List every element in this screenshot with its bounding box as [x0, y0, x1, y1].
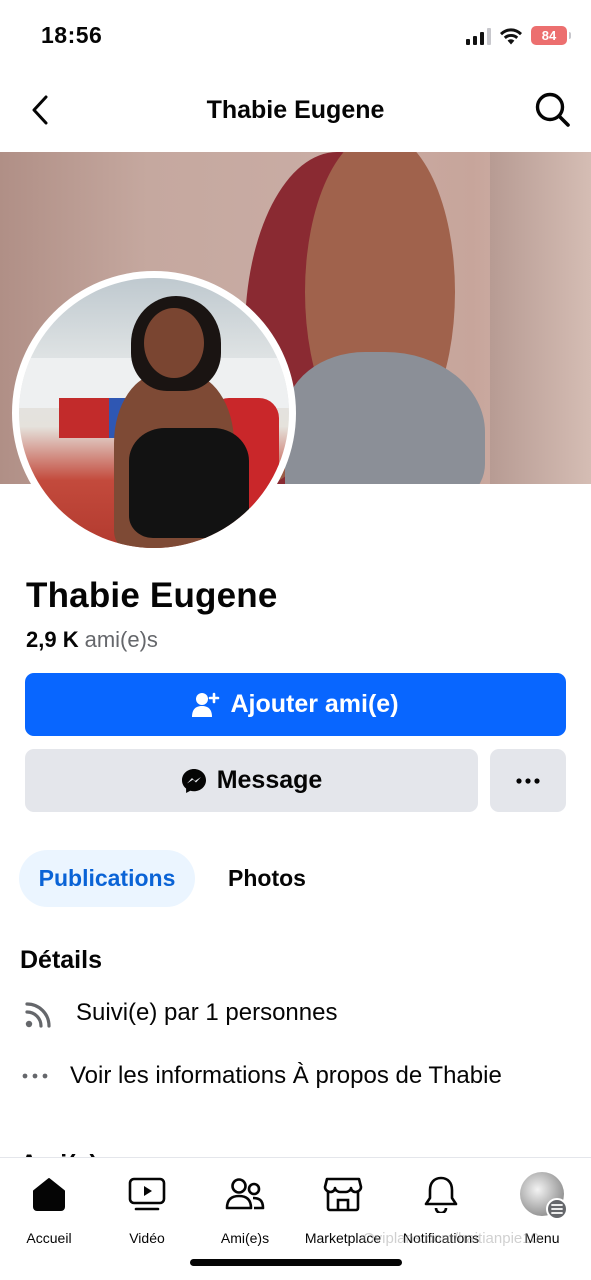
signal-icon — [466, 27, 491, 45]
friends-label: ami(e)s — [84, 627, 158, 652]
about-info-text: Voir les informations À propos de Thabie — [70, 1062, 502, 1089]
tab-photos[interactable]: Photos — [212, 850, 322, 907]
cover-figure-jeans — [285, 352, 485, 484]
battery-level: 84 — [541, 28, 557, 43]
friends-count: 2,9 K — [26, 627, 79, 652]
message-label: Message — [216, 766, 323, 794]
watermark: Oviplans.com/haitianpie10 — [363, 1230, 539, 1247]
top-header: Thabie Eugene — [0, 70, 591, 152]
details-heading: Détails — [20, 946, 102, 974]
nav-friends[interactable]: Ami(e)s — [196, 1172, 294, 1246]
status-bar: 18:56 84 — [0, 0, 591, 70]
menu-badge-icon — [546, 1198, 568, 1220]
friends-section-heading: Ami(e)s — [20, 1144, 120, 1158]
add-friend-icon — [192, 692, 220, 717]
profile-name: Thabie Eugene — [26, 576, 278, 615]
more-options-button[interactable] — [490, 749, 566, 812]
nav-home-label: Accueil — [26, 1230, 72, 1246]
profile-picture[interactable] — [12, 271, 296, 555]
nav-home[interactable]: Accueil — [0, 1172, 98, 1246]
followers-row: Suivi(e) par 1 personnes — [20, 993, 337, 1033]
search-icon — [535, 92, 570, 127]
nav-video-label: Vidéo — [129, 1230, 165, 1246]
battery-icon: 84 — [531, 26, 571, 45]
wifi-icon — [500, 27, 522, 44]
bell-icon — [424, 1176, 458, 1213]
profile-photo — [19, 278, 289, 548]
home-icon — [33, 1178, 65, 1211]
more-horizontal-icon — [22, 1073, 48, 1079]
video-icon — [128, 1177, 166, 1211]
search-button[interactable] — [533, 90, 573, 130]
marketplace-icon — [323, 1177, 363, 1212]
status-time: 18:56 — [41, 22, 103, 48]
nav-video[interactable]: Vidéo — [98, 1172, 196, 1246]
messenger-icon — [181, 768, 206, 793]
status-icons: 84 — [466, 26, 571, 45]
add-friend-label: Ajouter ami(e) — [230, 690, 399, 718]
friends-icon — [225, 1178, 265, 1210]
menu-avatar — [520, 1172, 568, 1220]
followers-text: Suivi(e) par 1 personnes — [76, 999, 338, 1026]
add-friend-button[interactable]: Ajouter ami(e) — [25, 673, 566, 736]
rss-followers-icon — [25, 1002, 51, 1028]
nav-friends-label: Ami(e)s — [220, 1230, 270, 1246]
tab-publications[interactable]: Publications — [19, 850, 195, 907]
home-indicator — [190, 1259, 402, 1266]
message-button[interactable]: Message — [25, 749, 478, 812]
cover-wall — [490, 152, 591, 484]
friends-count-line[interactable]: 2,9 Kami(e)s — [26, 627, 158, 653]
more-horizontal-icon — [516, 777, 540, 784]
about-info-row[interactable]: Voir les informations À propos de Thabie — [20, 1056, 502, 1096]
page-title: Thabie Eugene — [206, 96, 385, 124]
